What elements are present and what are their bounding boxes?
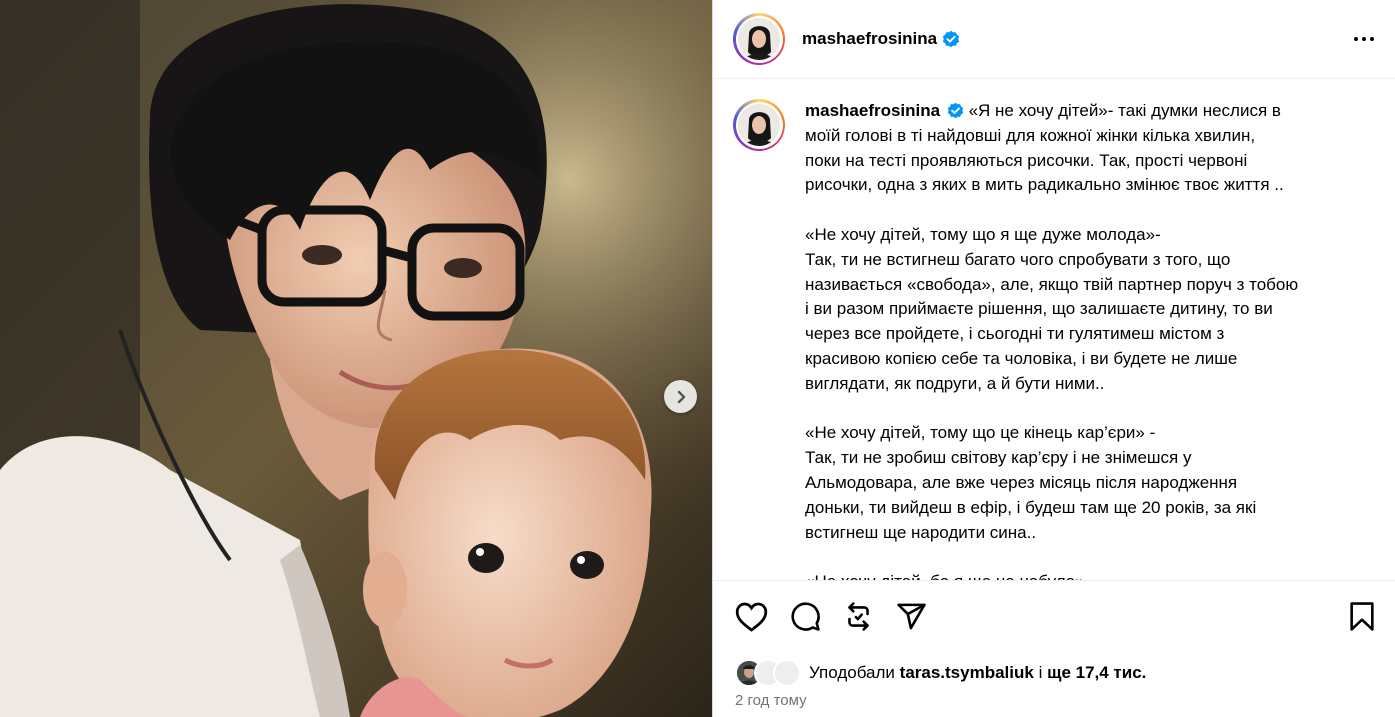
caption-username[interactable]: mashaefrosinina [805,101,940,120]
caption-text: mashaefrosinina «Я не хочу дітей»- такі … [805,99,1365,580]
post-media[interactable] [0,0,712,717]
caption-line: mashaefrosinina «Я не хочу дітей»- такі … [805,99,1365,124]
chevron-right-icon [677,390,685,403]
caption-line: Так, ти не встигнеш багато чого спробува… [805,249,1231,269]
save-button[interactable] [1349,601,1375,632]
likes-prefix: Уподобали [809,663,895,682]
more-options-button[interactable] [1354,37,1374,41]
likes-and: і [1038,663,1043,682]
share-icon [897,603,926,630]
likes-summary[interactable]: Уподобали taras.tsymbaliuk і ще 17,4 тис… [713,656,1395,690]
caption-blank-line [805,198,1365,223]
repost-icon [848,602,869,631]
liker-avatar[interactable] [773,659,801,687]
caption-line: і ви разом приймаєте рішення, що залишає… [805,299,1273,319]
caption-avatar[interactable] [733,99,785,151]
likes-count[interactable]: ще 17,4 тис. [1047,663,1146,683]
caption-line: рисочки, одна з яких в мить радикально з… [805,175,1284,195]
like-button[interactable] [735,602,768,632]
more-icon [1354,37,1358,41]
caption-line: через все пройдете, і сьогодні ти гуляти… [805,324,1225,344]
avatar-image [738,104,780,146]
caption-line: виглядати, як подруги, а й бути ними.. [805,373,1105,393]
bookmark-icon [1350,602,1374,631]
post-actions-bar [713,580,1395,652]
repost-button[interactable] [843,601,874,632]
share-button[interactable] [896,601,927,632]
comment-icon [791,602,820,631]
caption-line: моїй голові в ті найдовші для кожної жін… [805,125,1256,145]
next-media-button[interactable] [664,380,697,413]
caption-line: «Не хочу дітей, тому що я ще дуже молода… [805,224,1161,244]
caption-line: Альмодовара, але вже через місяць після … [805,472,1238,492]
comment-button[interactable] [790,601,821,632]
liker-username[interactable]: taras.tsymbaliuk [900,663,1034,683]
caption-line: встигнеш ще народити сина.. [805,522,1037,542]
caption-line: красивою копією себе та чоловіка, і ви б… [805,348,1238,368]
caption-blank-line [805,397,1365,422]
post-side-panel: mashaefrosinina mashaefrosinina «Я не хо… [712,0,1395,717]
post-photo [0,0,712,717]
avatar-image [738,18,780,60]
verified-badge-icon [947,102,964,119]
caption-section[interactable]: mashaefrosinina «Я не хочу дітей»- такі … [713,79,1395,580]
caption-line-text: «Я не хочу дітей»- такі думки неслися в [968,101,1281,120]
caption-line: «Не хочу дітей, бо я ще не набула» [805,570,1365,580]
likers-avatars[interactable] [735,659,801,687]
caption-blank-line [805,545,1365,570]
caption-line: називається «свобода», але, якщо твій па… [805,274,1299,294]
post-timestamp[interactable]: 2 год тому [713,692,1395,709]
caption-line: «Не хочу дітей, тому що це кінець кар’єр… [805,423,1156,443]
post-author-username[interactable]: mashaefrosinina [802,29,937,49]
post-header: mashaefrosinina [713,0,1395,79]
caption-line: поки на тесті проявляються рисочки. Так,… [805,150,1248,170]
instagram-post: mashaefrosinina mashaefrosinina «Я не хо… [0,0,1395,717]
caption-line: Так, ти не зробиш світову кар’єру і не з… [805,448,1192,468]
verified-badge-icon [942,30,960,48]
avatar[interactable] [733,13,785,65]
caption-line: доньки, ти вийдеш в ефір, і будеш там ще… [805,497,1257,517]
heart-icon [735,602,768,632]
